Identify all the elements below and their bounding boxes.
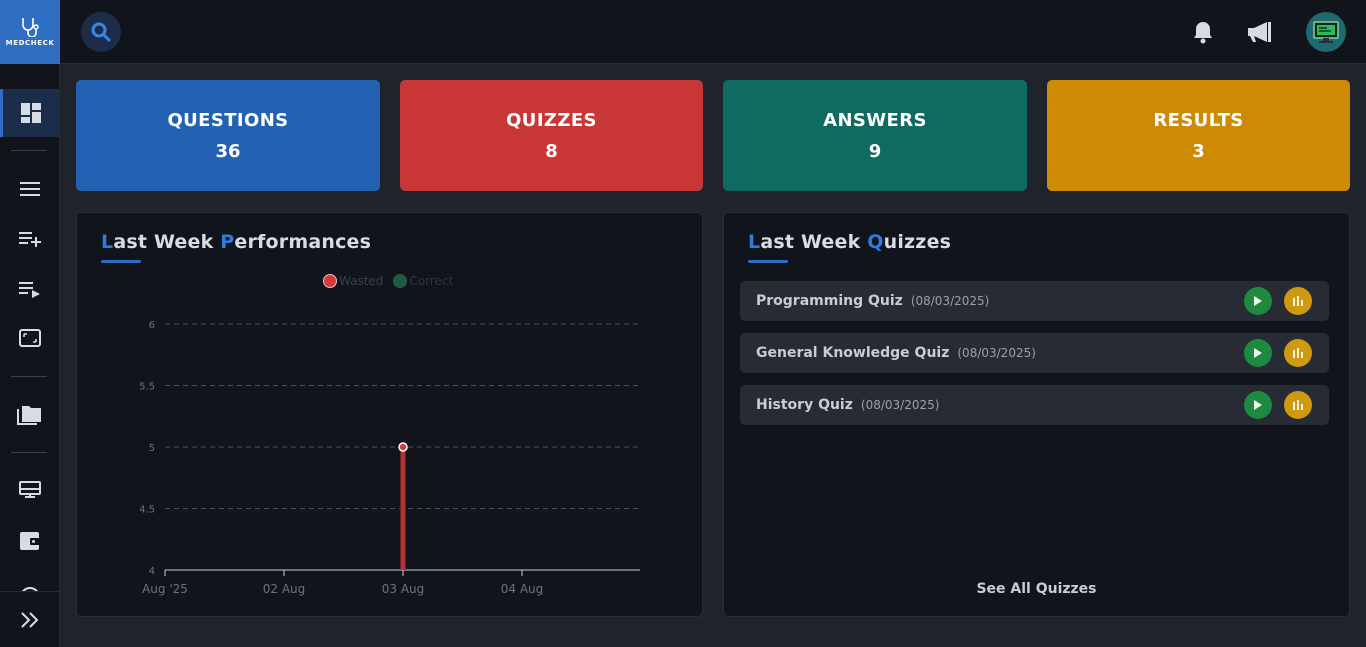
bell-icon — [1194, 22, 1212, 44]
y-tick-label: 5 — [149, 443, 155, 454]
sidebar-item-dashboard[interactable] — [0, 89, 59, 137]
list-icon — [19, 182, 40, 196]
title-text: uizzes — [883, 231, 952, 253]
stat-card-title: ANSWERS — [823, 109, 927, 131]
playlist-play-icon — [18, 282, 40, 298]
wallet-icon — [19, 532, 40, 550]
quiz-date: (08/03/2025) — [860, 398, 940, 412]
quiz-item[interactable]: Programming Quiz (08/03/2025) — [740, 281, 1329, 321]
title-accent: Q — [867, 231, 884, 253]
sidebar-item-list[interactable] — [0, 165, 59, 213]
quiz-name: History Quiz — [756, 397, 853, 413]
stat-card-results[interactable]: RESULTS 3 — [1047, 80, 1350, 191]
quiz-date: (08/03/2025) — [910, 294, 990, 308]
search-button[interactable] — [81, 12, 121, 52]
sidebar-item-folders[interactable] — [0, 391, 59, 439]
data-point-wasted — [398, 442, 408, 452]
quiz-name: General Knowledge Quiz — [756, 345, 950, 361]
stat-card-value: 9 — [868, 140, 882, 162]
bar-chart-icon — [1293, 296, 1303, 306]
sidebar-divider — [11, 376, 47, 377]
stat-card-value: 8 — [545, 140, 558, 162]
quizzes-title: Last Week Quizzes — [748, 231, 951, 253]
announcements-button[interactable] — [1247, 18, 1275, 46]
sidebar-item-add-question[interactable] — [0, 215, 59, 263]
stat-card-title: RESULTS — [1153, 109, 1244, 131]
y-tick-label: 6 — [149, 320, 155, 331]
x-tick-label: Aug '25 — [142, 582, 188, 596]
x-tick-label: 03 Aug — [382, 582, 425, 596]
y-tick-label: 4.5 — [139, 505, 155, 516]
dashboard-icon — [21, 103, 41, 123]
quiz-item[interactable]: General Knowledge Quiz (08/03/2025) — [740, 333, 1329, 373]
folders-icon — [16, 406, 41, 425]
megaphone-icon — [1248, 22, 1271, 42]
topbar — [60, 0, 1366, 64]
logo[interactable]: MEDCHECK — [0, 0, 60, 64]
sidebar-divider — [11, 452, 47, 453]
play-icon — [1254, 348, 1262, 358]
sidebar-expand-button[interactable] — [0, 591, 59, 647]
quiz-name: Programming Quiz — [756, 293, 903, 309]
playlist-add-icon — [18, 232, 41, 247]
card-icon — [18, 481, 41, 498]
bar-chart-icon — [1293, 400, 1303, 410]
monitor-avatar-icon — [1313, 21, 1339, 43]
stethoscope-icon — [22, 18, 39, 37]
see-all-quizzes-link[interactable]: See All Quizzes — [724, 581, 1349, 597]
quizzes-panel: Last Week Quizzes Programming Quiz (08/0… — [723, 212, 1350, 617]
double-chevron-right-icon — [20, 611, 38, 628]
bar-chart-icon — [1293, 348, 1303, 358]
sidebar: MEDCHECK — [0, 0, 60, 647]
quiz-stats-button[interactable] — [1284, 339, 1312, 367]
quiz-stats-button[interactable] — [1284, 287, 1312, 315]
sidebar-item-wallet[interactable] — [0, 517, 59, 565]
search-icon — [91, 22, 111, 42]
stat-card-answers[interactable]: ANSWERS 9 — [723, 80, 1027, 191]
quiz-stats-button[interactable] — [1284, 391, 1312, 419]
stat-card-value: 3 — [1192, 140, 1205, 162]
play-icon — [1254, 400, 1262, 410]
avatar[interactable] — [1306, 12, 1346, 52]
quiz-item[interactable]: History Quiz (08/03/2025) — [740, 385, 1329, 425]
logo-text: MEDCHECK — [5, 39, 55, 47]
stat-card-quizzes[interactable]: QUIZZES 8 — [400, 80, 703, 191]
play-quiz-button[interactable] — [1244, 339, 1272, 367]
title-underline — [748, 260, 788, 263]
stat-card-value: 36 — [215, 140, 241, 162]
play-quiz-button[interactable] — [1244, 391, 1272, 419]
performance-panel: Last Week Performances Wasted Correct 44… — [76, 212, 703, 617]
stat-card-title: QUESTIONS — [167, 109, 289, 131]
play-icon — [1254, 296, 1262, 306]
x-tick-label: 04 Aug — [501, 582, 544, 596]
sidebar-item-play-quiz[interactable] — [0, 265, 59, 313]
sidebar-item-card[interactable] — [0, 467, 59, 515]
stat-card-questions[interactable]: QUESTIONS 36 — [76, 80, 380, 191]
y-tick-label: 4 — [149, 566, 155, 577]
sidebar-item-screen[interactable] — [0, 315, 59, 363]
title-text: ast Week — [760, 231, 868, 253]
notification-button[interactable] — [1189, 18, 1217, 46]
performance-chart: 4 4.5 5 5.5 6 Aug '25 02 Aug 03 Aug 04 Aug — [139, 320, 640, 596]
y-tick-label: 5.5 — [139, 382, 155, 393]
data-bar-wasted — [400, 447, 406, 570]
x-tick-label: 02 Aug — [263, 582, 306, 596]
play-quiz-button[interactable] — [1244, 287, 1272, 315]
sidebar-divider — [11, 150, 47, 151]
monitor-icon — [18, 329, 41, 347]
title-accent: L — [748, 231, 761, 253]
quiz-date: (08/03/2025) — [957, 346, 1036, 360]
stat-card-title: QUIZZES — [506, 109, 597, 131]
